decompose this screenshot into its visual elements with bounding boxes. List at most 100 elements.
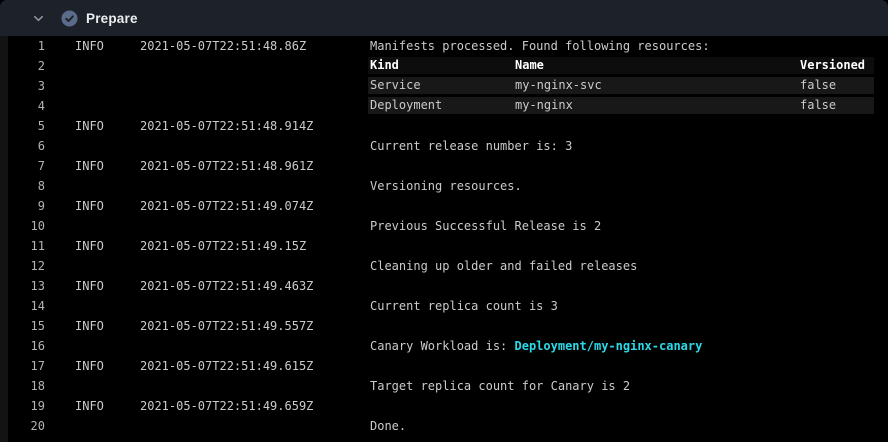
log-row: 10 Previous Successful Release is 2 [0,216,888,236]
log-row: 18 Target replica count for Canary is 2 [0,376,888,396]
log-message: Servicemy-nginx-svcfalse [370,76,888,96]
line-number[interactable]: 16 [0,336,45,356]
resource-table-header: KindNameVersioned [368,57,874,74]
log-timestamp: 2021-05-07T22:51:49.615Z [140,356,370,376]
log-level [75,96,140,116]
log-timestamp [140,336,370,356]
line-number[interactable]: 13 [0,276,45,296]
log-message: Versioning resources. [370,176,888,196]
log-row: 7 INFO2021-05-07T22:51:48.961Z [0,156,888,176]
log-level: INFO [75,156,140,176]
canary-workload-link[interactable]: Deployment/my-nginx-canary [515,339,703,353]
line-number[interactable]: 8 [0,176,45,196]
log-timestamp [140,136,370,156]
log-row: 2 KindNameVersioned [0,56,888,76]
message-text: Done. [370,419,406,433]
log-level [75,416,140,436]
table-cell: Kind [370,57,515,74]
log-row: 15 INFO2021-05-07T22:51:49.557Z [0,316,888,336]
log-timestamp: 2021-05-07T22:51:48.86Z [140,36,370,56]
log-row: 6 Current release number is: 3 [0,136,888,156]
log-row: 11INFO2021-05-07T22:51:49.15Z [0,236,888,256]
log-level [75,76,140,96]
table-cell: Name [515,57,800,74]
message-text: Current release number is: 3 [370,139,572,153]
log-level: INFO [75,356,140,376]
log-timestamp [140,76,370,96]
line-number[interactable]: 18 [0,376,45,396]
line-number[interactable]: 7 [0,156,45,176]
log-level [75,136,140,156]
log-level [75,336,140,356]
log-message: Target replica count for Canary is 2 [370,376,888,396]
log-timestamp [140,376,370,396]
log-row: 9INFO2021-05-07T22:51:49.074Z [0,196,888,216]
log-level [75,216,140,236]
log-timestamp [140,56,370,76]
log-row: 4 Deploymentmy-nginxfalse [0,96,888,116]
line-number[interactable]: 3 [0,76,45,96]
message-text: Previous Successful Release is 2 [370,219,601,233]
log-level: INFO [75,116,140,136]
log-row: 12 Cleaning up older and failed releases [0,256,888,276]
log-viewer: 1 INFO 2021-05-07T22:51:48.86ZManifests pr… [0,36,888,442]
log-message: KindNameVersioned [370,56,888,76]
log-message: Previous Successful Release is 2 [370,216,888,236]
log-message [370,156,888,176]
resource-table-row: Deploymentmy-nginxfalse [368,97,874,114]
line-number[interactable]: 10 [0,216,45,236]
line-number[interactable]: 12 [0,256,45,276]
resource-table-row: Servicemy-nginx-svcfalse [368,77,874,94]
log-row: 17 INFO2021-05-07T22:51:49.615Z [0,356,888,376]
line-number[interactable]: 14 [0,296,45,316]
line-number[interactable]: 17 [0,356,45,376]
line-number[interactable]: 9 [0,196,45,216]
log-level: INFO [75,236,140,256]
log-timestamp [140,296,370,316]
line-number[interactable]: 1 [0,36,45,56]
message-text: Cleaning up older and failed releases [370,259,637,273]
log-timestamp [140,416,370,436]
line-number[interactable]: 6 [0,136,45,156]
log-message: Cleaning up older and failed releases [370,256,888,276]
log-timestamp: 2021-05-07T22:51:49.557Z [140,316,370,336]
step-header-bar[interactable]: Prepare [0,0,888,36]
log-timestamp: 2021-05-07T22:51:49.074Z [140,196,370,216]
line-number[interactable]: 2 [0,56,45,76]
log-row: 5INFO2021-05-07T22:51:48.914Z [0,116,888,136]
log-row: 19INFO2021-05-07T22:51:49.659Z [0,396,888,416]
chevron-down-icon[interactable] [31,11,45,25]
log-level [75,176,140,196]
table-cell: my-nginx [515,97,800,114]
log-timestamp: 2021-05-07T22:51:49.659Z [140,396,370,416]
log-message: Current replica count is 3 [370,296,888,316]
line-number[interactable]: 4 [0,96,45,116]
log-level: INFO [75,316,140,336]
line-number[interactable]: 15 [0,316,45,336]
table-cell: Deployment [370,97,515,114]
log-level: INFO [75,276,140,296]
line-number[interactable]: 19 [0,396,45,416]
log-timestamp [140,176,370,196]
log-row: 16 Canary Workload is: Deployment/my-ngin… [0,336,888,356]
table-cell: Versioned [800,57,874,74]
table-cell: my-nginx-svc [515,77,800,94]
log-lines: 1 INFO 2021-05-07T22:51:48.86ZManifests pr… [0,36,888,436]
log-timestamp [140,256,370,276]
log-message: Manifests processed. Found following res… [370,36,888,56]
log-timestamp: 2021-05-07T22:51:48.961Z [140,156,370,176]
table-cell: Service [370,77,515,94]
line-number[interactable]: 11 [0,236,45,256]
log-row: 8 Versioning resources. [0,176,888,196]
line-number[interactable]: 20 [0,416,45,436]
log-timestamp: 2021-05-07T22:51:49.463Z [140,276,370,296]
log-message [370,196,888,216]
message-text: Current replica count is 3 [370,299,558,313]
message-text: Canary Workload is: [370,339,515,353]
line-number[interactable]: 5 [0,116,45,136]
table-cell: false [800,97,874,114]
log-message [370,316,888,336]
message-text: Versioning resources. [370,179,522,193]
table-cell: false [800,77,874,94]
log-level [75,56,140,76]
